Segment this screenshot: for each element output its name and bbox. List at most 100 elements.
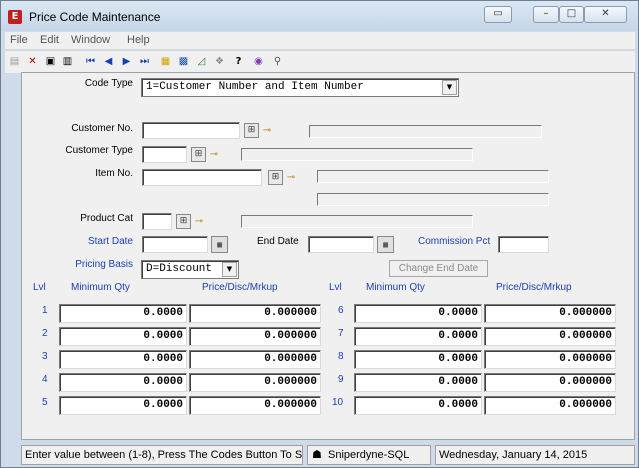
status-company-label: Sniperdyne-SQL	[328, 449, 410, 461]
min-qty-input-1[interactable]: 0.0000	[59, 304, 187, 323]
price-input-2[interactable]: 0.000000	[189, 327, 321, 346]
level-number: 5	[42, 397, 48, 408]
binoculars-icon: ⊞	[268, 170, 283, 185]
end-date-calendar-icon[interactable]: ▦	[377, 236, 394, 253]
product-cat-desc-display	[241, 215, 473, 228]
item-no-input[interactable]	[142, 169, 262, 186]
status-date: Wednesday, January 14, 2015	[435, 445, 635, 465]
min-qty-input-8[interactable]: 0.0000	[354, 350, 482, 369]
level-number: 3	[42, 351, 48, 362]
customer-type-label: Customer Type	[65, 145, 133, 156]
last-record-icon[interactable]: ⏭	[137, 54, 152, 69]
item-no-label: Item No.	[95, 168, 133, 179]
price-input-8[interactable]: 0.000000	[484, 350, 616, 369]
calculator-icon[interactable]: ▩	[176, 54, 191, 69]
restore-app-button[interactable]: ▭	[484, 6, 512, 23]
delete-icon[interactable]: ✕	[25, 54, 40, 69]
status-company: ☗ Sniperdyne-SQL	[307, 445, 431, 465]
commission-pct-input[interactable]	[498, 236, 549, 253]
start-date-input[interactable]	[142, 236, 208, 253]
next-record-icon[interactable]: ▶	[119, 54, 134, 69]
new-record-icon[interactable]: ▤	[7, 54, 22, 69]
price-input-10[interactable]: 0.000000	[484, 396, 616, 415]
min-qty-input-5[interactable]: 0.0000	[59, 396, 187, 415]
user-icon: ☗	[312, 448, 322, 461]
level-number: 6	[338, 305, 344, 316]
menu-file[interactable]: File	[10, 34, 28, 46]
help-cursor-icon[interactable]: ?	[231, 54, 246, 69]
code-type-label: Code Type	[84, 78, 133, 89]
image-icon[interactable]: ◉	[251, 54, 266, 69]
price-input-5[interactable]: 0.000000	[189, 396, 321, 415]
price-input-9[interactable]: 0.000000	[484, 373, 616, 392]
customer-lookup-button[interactable]: ⊞ ⊸	[244, 122, 275, 139]
level-number: 9	[338, 374, 344, 385]
price-input-1[interactable]: 0.000000	[189, 304, 321, 323]
end-date-input[interactable]	[308, 236, 374, 253]
pin-icon: ⊸	[209, 149, 219, 160]
lvl-header-right: Lvl	[329, 282, 342, 293]
menu-help[interactable]: Help	[127, 34, 150, 46]
min-qty-input-10[interactable]: 0.0000	[354, 396, 482, 415]
product-cat-input[interactable]	[142, 213, 172, 230]
chevron-down-icon[interactable]: ▼	[442, 80, 457, 95]
pin-icon: ⊸	[286, 172, 296, 183]
code-type-select[interactable]: 1=Customer Number and Item Number ▼	[141, 78, 459, 97]
status-message: Enter value between (1-8), Press The Cod…	[21, 445, 303, 465]
code-type-value: 1=Customer Number and Item Number	[146, 81, 364, 93]
customer-no-input[interactable]	[142, 122, 240, 139]
min-qty-input-6[interactable]: 0.0000	[354, 304, 482, 323]
customer-type-input[interactable]	[142, 146, 187, 163]
pin-icon: ⊸	[194, 216, 204, 227]
pricing-basis-select[interactable]: D=Discount ▼	[141, 260, 239, 279]
price-input-3[interactable]: 0.000000	[189, 350, 321, 369]
min-qty-input-3[interactable]: 0.0000	[59, 350, 187, 369]
min-qty-input-4[interactable]: 0.0000	[59, 373, 187, 392]
start-date-calendar-icon[interactable]: ▦	[211, 236, 228, 253]
level-number: 2	[42, 328, 48, 339]
chart-icon[interactable]: ◿	[194, 54, 209, 69]
level-number: 10	[332, 397, 344, 408]
customer-type-lookup-button[interactable]: ⊞ ⊸	[191, 146, 222, 163]
menu-edit[interactable]: Edit	[40, 34, 59, 46]
customer-no-label: Customer No.	[71, 123, 133, 134]
title-bar[interactable]: E Price Code Maintenance ▭ – □ ✕	[1, 1, 638, 31]
window-title: Price Code Maintenance	[29, 10, 161, 24]
trash-icon[interactable]: ▥	[60, 54, 75, 69]
network-icon[interactable]: ❖	[212, 54, 227, 69]
level-number: 1	[42, 305, 48, 316]
save-icon[interactable]: ▣	[43, 54, 58, 69]
binoculars-icon: ⊞	[244, 123, 259, 138]
first-record-icon[interactable]: ⏮	[83, 54, 98, 69]
item-lookup-button[interactable]: ⊞ ⊸	[268, 169, 299, 186]
binoculars-icon: ⊞	[191, 147, 206, 162]
close-button[interactable]: ✕	[584, 6, 627, 23]
product-cat-lookup-button[interactable]: ⊞ ⊸	[176, 213, 207, 230]
chevron-down-icon[interactable]: ▼	[222, 262, 237, 277]
notes-icon[interactable]: ▦	[158, 54, 173, 69]
minimize-button[interactable]: –	[533, 6, 559, 23]
price-input-4[interactable]: 0.000000	[189, 373, 321, 392]
pricing-basis-value: D=Discount	[146, 263, 213, 275]
min-qty-input-7[interactable]: 0.0000	[354, 327, 482, 346]
minimize-icon: –	[543, 8, 549, 19]
restore-app-icon: ▭	[493, 8, 503, 19]
item-desc-display-1	[317, 170, 549, 183]
app-icon: E	[8, 10, 22, 24]
min-qty-input-2[interactable]: 0.0000	[59, 327, 187, 346]
level-number: 8	[338, 351, 344, 362]
menu-window[interactable]: Window	[71, 34, 110, 46]
search-icon[interactable]: ⚲	[270, 54, 285, 69]
price-input-6[interactable]: 0.000000	[484, 304, 616, 323]
change-end-date-button[interactable]: Change End Date	[389, 260, 488, 277]
min-qty-header-right: Minimum Qty	[366, 282, 425, 293]
menu-bar: File Edit Window Help	[5, 32, 635, 49]
customer-name-display	[309, 125, 542, 138]
price-input-7[interactable]: 0.000000	[484, 327, 616, 346]
maximize-icon: □	[566, 8, 577, 19]
level-number: 4	[42, 374, 48, 385]
min-qty-input-9[interactable]: 0.0000	[354, 373, 482, 392]
previous-record-icon[interactable]: ◀	[101, 54, 116, 69]
close-icon: ✕	[601, 8, 610, 19]
maximize-button[interactable]: □	[559, 6, 584, 23]
